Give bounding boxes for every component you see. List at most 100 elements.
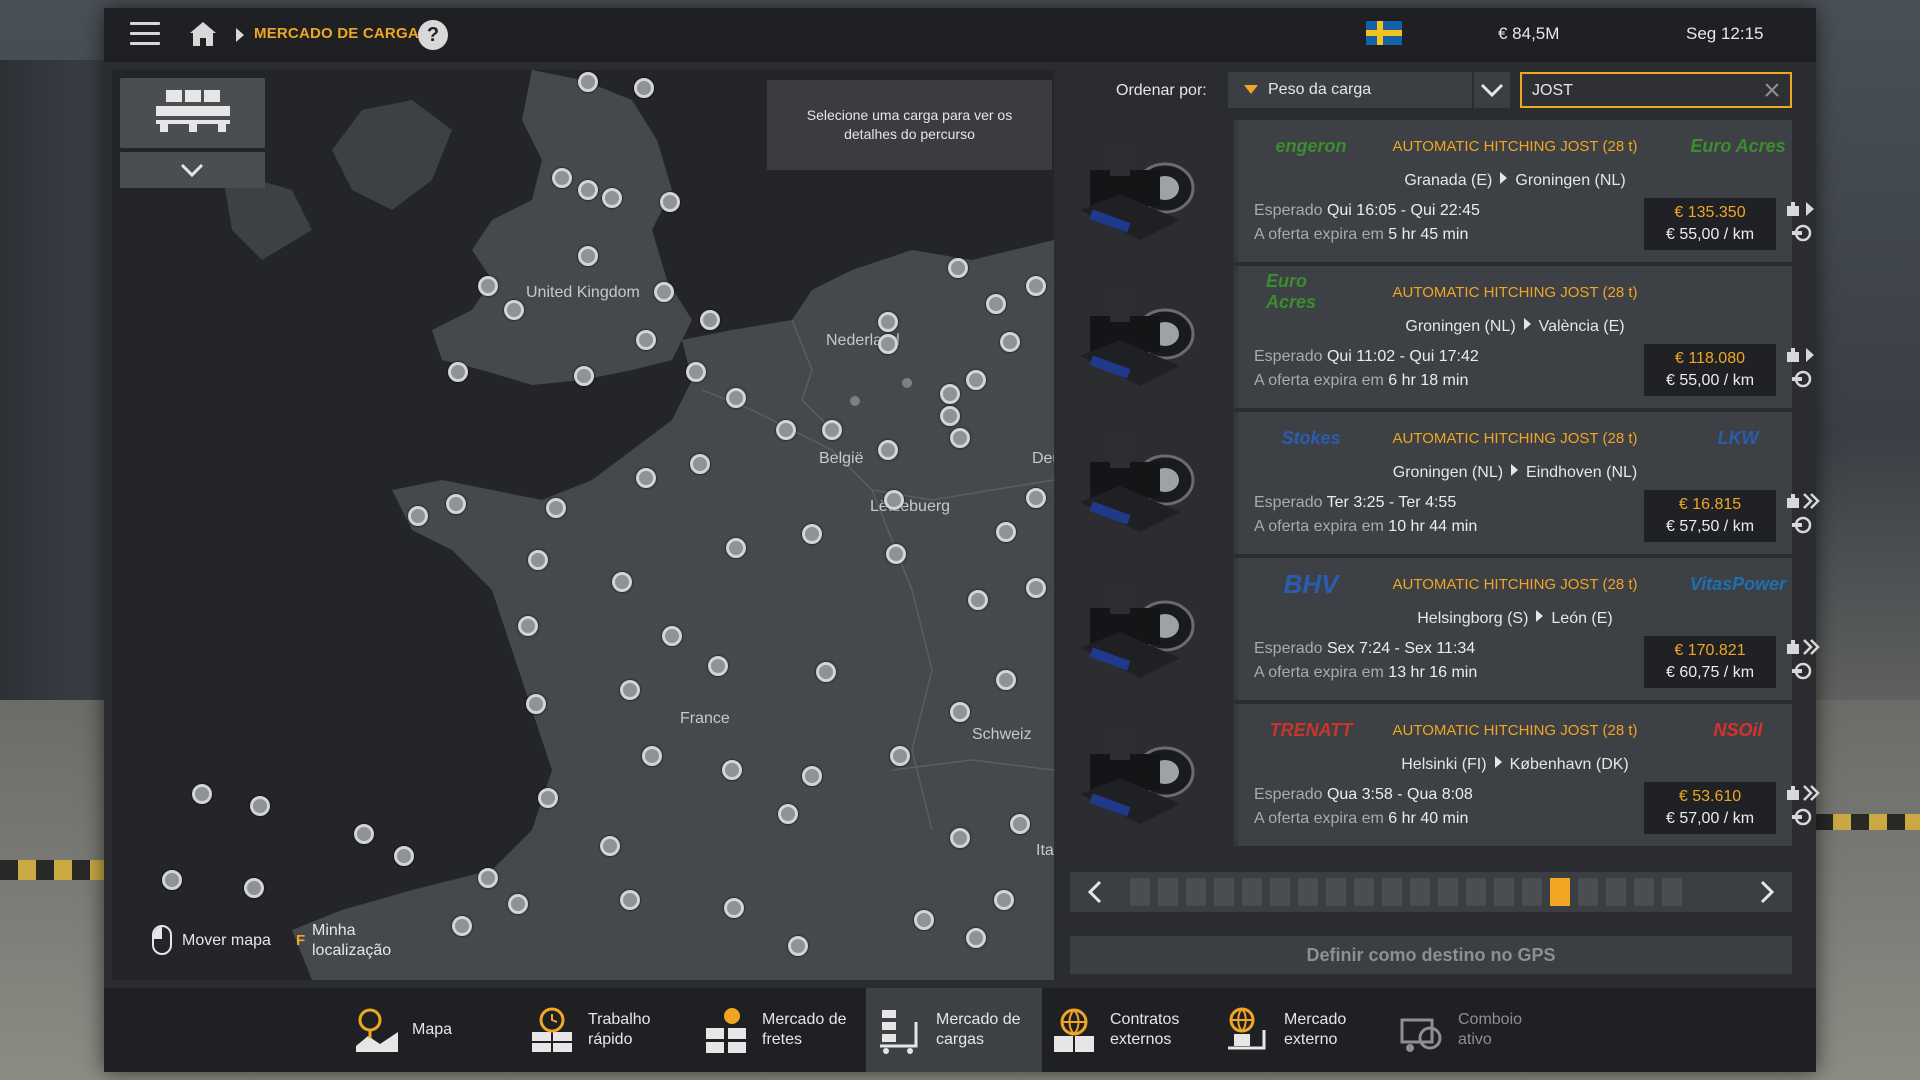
page-segment[interactable] <box>1466 878 1486 906</box>
home-icon[interactable] <box>188 20 218 48</box>
city-marker[interactable] <box>528 550 548 570</box>
page-segment[interactable] <box>1606 878 1626 906</box>
city-marker[interactable] <box>726 388 746 408</box>
city-marker[interactable] <box>478 868 498 888</box>
city-marker[interactable] <box>602 188 622 208</box>
hint-my-location[interactable]: Minha <box>312 922 356 940</box>
city-marker[interactable] <box>526 694 546 714</box>
page-scrollbar[interactable] <box>1070 872 1792 912</box>
city-marker[interactable] <box>1026 488 1046 508</box>
city-marker[interactable] <box>940 384 960 404</box>
city-marker[interactable] <box>948 258 968 278</box>
city-marker[interactable] <box>1026 578 1046 598</box>
menu-icon[interactable] <box>130 22 160 46</box>
page-segment[interactable] <box>1522 878 1542 906</box>
city-marker[interactable] <box>994 890 1014 910</box>
city-marker[interactable] <box>686 362 706 382</box>
set-gps-destination-button[interactable]: Definir como destino no GPS <box>1070 936 1792 974</box>
page-segment[interactable] <box>1186 878 1206 906</box>
city-marker[interactable] <box>968 590 988 610</box>
city-marker[interactable] <box>986 294 1006 314</box>
city-marker[interactable] <box>788 936 808 956</box>
city-marker[interactable] <box>578 180 598 200</box>
city-marker[interactable] <box>394 846 414 866</box>
city-marker[interactable] <box>690 454 710 474</box>
city-marker[interactable] <box>1010 814 1030 834</box>
city-marker[interactable] <box>250 796 270 816</box>
city-marker[interactable] <box>192 784 212 804</box>
city-marker[interactable] <box>1026 276 1046 296</box>
nav-cargo-market[interactable]: Mercado de cargas <box>866 988 1042 1072</box>
page-segment[interactable] <box>1494 878 1514 906</box>
job-offer-card[interactable]: BHV AUTOMATIC HITCHING JOST (28 t) Vitas… <box>1070 558 1820 700</box>
city-marker[interactable] <box>552 168 572 188</box>
hint-my-location[interactable]: localização <box>312 942 391 960</box>
page-segment[interactable] <box>1634 878 1654 906</box>
city-marker[interactable] <box>452 916 472 936</box>
map-layers-button[interactable] <box>120 78 265 148</box>
city-marker[interactable] <box>816 662 836 682</box>
job-offer-card[interactable]: engeron AUTOMATIC HITCHING JOST (28 t) E… <box>1070 120 1814 262</box>
job-offer-card[interactable]: TRENATT AUTOMATIC HITCHING JOST (28 t) N… <box>1070 704 1820 846</box>
help-icon[interactable]: ? <box>418 20 448 50</box>
page-segment[interactable] <box>1578 878 1598 906</box>
city-marker[interactable] <box>620 890 640 910</box>
job-offer-card[interactable]: Euro Acres AUTOMATIC HITCHING JOST (28 t… <box>1070 266 1814 408</box>
page-segment[interactable] <box>1662 878 1682 906</box>
city-marker[interactable] <box>448 362 468 382</box>
city-marker[interactable] <box>802 524 822 544</box>
page-segment[interactable] <box>1382 878 1402 906</box>
nav-external-contracts[interactable]: Contratos externos <box>1040 988 1216 1072</box>
page-segment[interactable] <box>1438 878 1458 906</box>
city-marker[interactable] <box>1000 332 1020 352</box>
city-marker[interactable] <box>538 788 558 808</box>
city-marker[interactable] <box>508 894 528 914</box>
city-marker[interactable] <box>504 300 524 320</box>
city-marker[interactable] <box>802 766 822 786</box>
city-marker[interactable] <box>620 680 640 700</box>
world-map[interactable]: United Kingdom Nederland België Lëtzebue… <box>112 70 1054 980</box>
nav-external-market[interactable]: Mercado externo <box>1214 988 1390 1072</box>
city-marker[interactable] <box>636 330 656 350</box>
page-segment[interactable] <box>1242 878 1262 906</box>
chevron-left-icon[interactable] <box>1070 872 1120 912</box>
city-marker[interactable] <box>890 746 910 766</box>
map-layers-toggle[interactable] <box>120 152 265 188</box>
city-marker[interactable] <box>708 656 728 676</box>
city-marker[interactable] <box>878 312 898 332</box>
sort-dropdown-button[interactable] <box>1474 72 1510 108</box>
city-marker[interactable] <box>878 334 898 354</box>
page-segment[interactable] <box>1270 878 1290 906</box>
page-segment[interactable] <box>1550 878 1570 906</box>
page-segment[interactable] <box>1214 878 1234 906</box>
city-marker[interactable] <box>940 406 960 426</box>
city-marker[interactable] <box>354 824 374 844</box>
city-marker[interactable] <box>822 420 842 440</box>
page-segment[interactable] <box>1158 878 1178 906</box>
city-marker[interactable] <box>950 428 970 448</box>
city-marker[interactable] <box>996 670 1016 690</box>
sort-select[interactable]: Peso da carga <box>1228 72 1472 108</box>
city-marker[interactable] <box>950 828 970 848</box>
nav-quick-job[interactable]: Trabalho rápido <box>518 988 694 1072</box>
city-marker[interactable] <box>950 702 970 722</box>
chevron-right-icon[interactable] <box>1742 872 1792 912</box>
page-segment[interactable] <box>1410 878 1430 906</box>
city-marker[interactable] <box>776 420 796 440</box>
search-input[interactable] <box>1532 80 1752 102</box>
city-marker[interactable] <box>546 498 566 518</box>
city-marker[interactable] <box>966 370 986 390</box>
city-marker[interactable] <box>574 366 594 386</box>
city-marker[interactable] <box>726 538 746 558</box>
city-marker[interactable] <box>244 878 264 898</box>
city-marker[interactable] <box>654 282 674 302</box>
city-marker[interactable] <box>700 310 720 330</box>
city-marker[interactable] <box>162 870 182 890</box>
page-segment[interactable] <box>1354 878 1374 906</box>
page-segment[interactable] <box>1298 878 1318 906</box>
nav-map[interactable]: Mapa <box>342 988 518 1072</box>
page-segment[interactable] <box>1130 878 1150 906</box>
job-offer-card[interactable]: Stokes AUTOMATIC HITCHING JOST (28 t) LK… <box>1070 412 1820 554</box>
city-marker[interactable] <box>660 192 680 212</box>
city-marker[interactable] <box>662 626 682 646</box>
